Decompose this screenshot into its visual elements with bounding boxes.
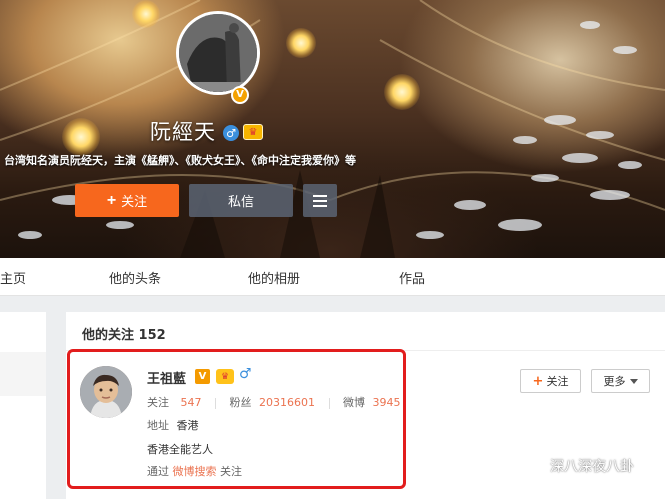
tab-headlines[interactable]: 他的头条 (109, 268, 161, 287)
follow-button-label: 关注 (121, 194, 148, 209)
ceiling-lamp (286, 28, 316, 58)
fans-label: 粉丝 (229, 396, 252, 409)
weibo-search-link[interactable]: 微博搜索 (173, 465, 217, 478)
vip-crown-icon: ♛ (243, 124, 263, 140)
address-value: 香港 (176, 419, 199, 432)
user-more-dropdown[interactable]: 更多 (591, 369, 650, 393)
user-name-link[interactable]: 王祖藍 (147, 368, 186, 387)
follow-button[interactable]: + 关注 (75, 184, 179, 217)
plus-icon: + (532, 373, 544, 389)
profile-avatar-image (179, 14, 257, 92)
ceiling-lamp (62, 118, 100, 156)
following-title: 他的关注 152 (82, 328, 166, 343)
ceiling-lamp (384, 74, 420, 110)
weibo-label: 微博 (343, 396, 365, 409)
profile-cover (0, 0, 665, 258)
male-gender-icon: ♂ (223, 125, 239, 141)
watermark: 深八深夜八卦 (521, 456, 634, 476)
tab-home[interactable]: 主页 (0, 268, 26, 287)
follow-label: 关注 (147, 396, 169, 409)
more-menu-button[interactable] (303, 184, 337, 217)
user-follow-button-label: 关注 (546, 375, 569, 388)
stat-separator (328, 397, 330, 409)
hamburger-icon (313, 194, 327, 197)
stat-separator (215, 397, 216, 409)
follow-source: 通过 微博搜索 关注 (147, 463, 242, 479)
profile-nav: 主页 他的头条 他的相册 作品 (0, 258, 665, 296)
tab-albums[interactable]: 他的相册 (248, 268, 300, 287)
wechat-icon (521, 457, 544, 475)
verified-badge-icon: V (195, 369, 210, 384)
left-sidebar-block (0, 352, 46, 396)
profile-name: 阮經天 (150, 120, 216, 144)
plus-icon: + (106, 191, 117, 209)
weibo-count-link[interactable]: 3945 (373, 396, 401, 409)
user-avatar-art (80, 366, 132, 418)
profile-bio: 台湾知名演员阮经天，主演《艋舺》、《败犬女王》、《命中注定我爱你》等 (4, 154, 356, 167)
profile-avatar[interactable] (176, 11, 260, 95)
male-gender-icon: ♂ (239, 366, 252, 382)
hamburger-icon (313, 204, 327, 207)
avatar-photo-art (179, 14, 257, 92)
cover-background-art (0, 0, 665, 258)
more-dropdown-label: 更多 (603, 375, 626, 388)
via-suffix: 关注 (220, 465, 242, 478)
user-address: 地址 香港 (147, 417, 199, 433)
user-intro: 香港全能艺人 (147, 443, 213, 456)
hamburger-icon (313, 199, 327, 202)
fans-count-link[interactable]: 20316601 (259, 396, 315, 409)
via-prefix: 通过 (147, 465, 169, 478)
ceiling-lamp (132, 0, 160, 28)
tab-works[interactable]: 作品 (399, 268, 425, 287)
message-button-label: 私信 (227, 194, 254, 209)
verified-badge-icon: V (231, 86, 249, 104)
vip-crown-icon: ♛ (216, 369, 234, 384)
user-follow-button[interactable]: + 关注 (520, 369, 581, 393)
watermark-text: 深八深夜八卦 (550, 459, 634, 475)
user-stats: 关注 547 粉丝 20316601 微博 3945 (147, 394, 401, 410)
address-label: 地址 (147, 419, 169, 432)
message-button[interactable]: 私信 (189, 184, 293, 217)
follow-count-link[interactable]: 547 (181, 396, 202, 409)
left-sidebar-card (0, 312, 46, 499)
chevron-down-icon (629, 378, 638, 384)
user-avatar[interactable] (80, 366, 132, 418)
